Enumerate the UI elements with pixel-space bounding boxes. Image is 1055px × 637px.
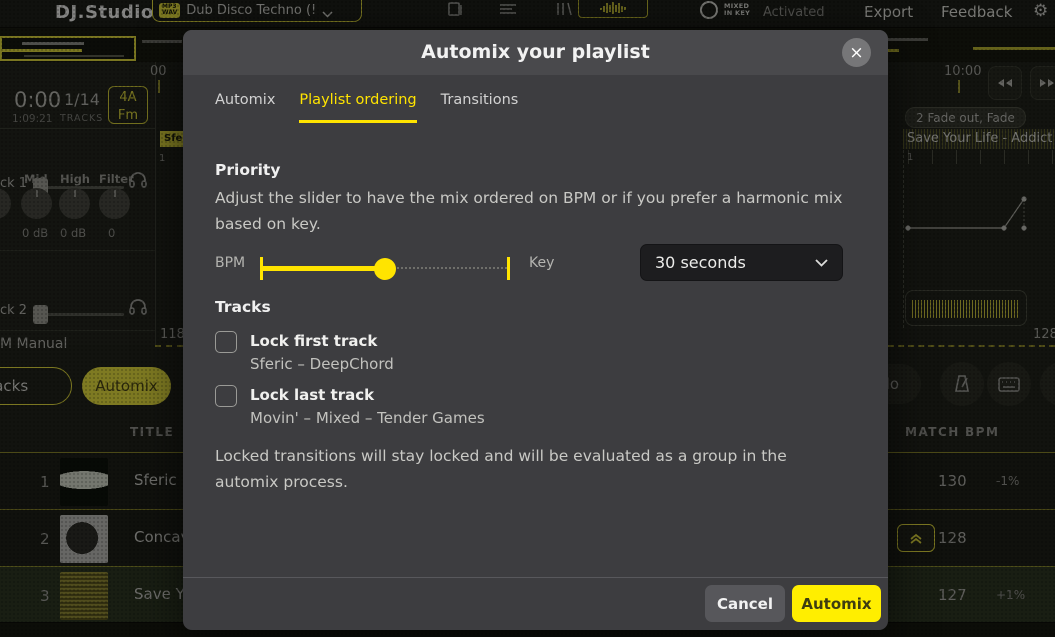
priority-description: Adjust the slider to have the mix ordere…: [215, 186, 855, 237]
lock-last-track-name: Movin' – Mixed – Tender Games: [250, 409, 485, 427]
app-window: DJ.Studio MP3 WAV Dub Disco Techno (! MI…: [0, 0, 1055, 637]
lock-first-track-name: Sferic – DeepChord: [250, 355, 394, 373]
slider-filled-track: [263, 266, 388, 271]
transition-length-value: 30 seconds: [655, 253, 815, 272]
dialog-footer: Cancel Automix: [183, 577, 888, 630]
locked-transitions-note: Locked transitions will stay locked and …: [215, 444, 855, 495]
slider-dotted-track: [388, 267, 507, 269]
automix-button[interactable]: Automix: [792, 585, 881, 622]
automix-dialog: Automix your playlist × Automix Playlist…: [183, 30, 888, 630]
slider-end-cap: [507, 257, 510, 280]
close-icon: ×: [849, 43, 863, 63]
tab-automix[interactable]: Automix: [215, 92, 275, 123]
transition-length-select[interactable]: 30 seconds: [640, 244, 843, 281]
close-button[interactable]: ×: [842, 38, 871, 67]
tab-transitions[interactable]: Transitions: [441, 92, 519, 123]
priority-heading: Priority: [215, 161, 280, 179]
dialog-tabs: Automix Playlist ordering Transitions: [215, 92, 518, 123]
lock-first-track-label[interactable]: Lock first track: [250, 332, 377, 350]
lock-first-track-checkbox[interactable]: [215, 331, 237, 353]
chevron-down-icon: [815, 259, 828, 267]
bpm-slider-label: BPM: [215, 255, 245, 271]
cancel-button[interactable]: Cancel: [705, 585, 785, 622]
dialog-title: Automix your playlist: [183, 41, 888, 63]
slider-thumb[interactable]: [374, 258, 396, 280]
priority-slider[interactable]: [260, 250, 510, 286]
dialog-header: Automix your playlist ×: [183, 30, 888, 75]
tab-playlist-ordering[interactable]: Playlist ordering: [299, 92, 416, 123]
key-slider-label: Key: [529, 255, 554, 271]
tracks-heading: Tracks: [215, 298, 271, 316]
lock-last-track-checkbox[interactable]: [215, 385, 237, 407]
lock-last-track-label[interactable]: Lock last track: [250, 386, 374, 404]
